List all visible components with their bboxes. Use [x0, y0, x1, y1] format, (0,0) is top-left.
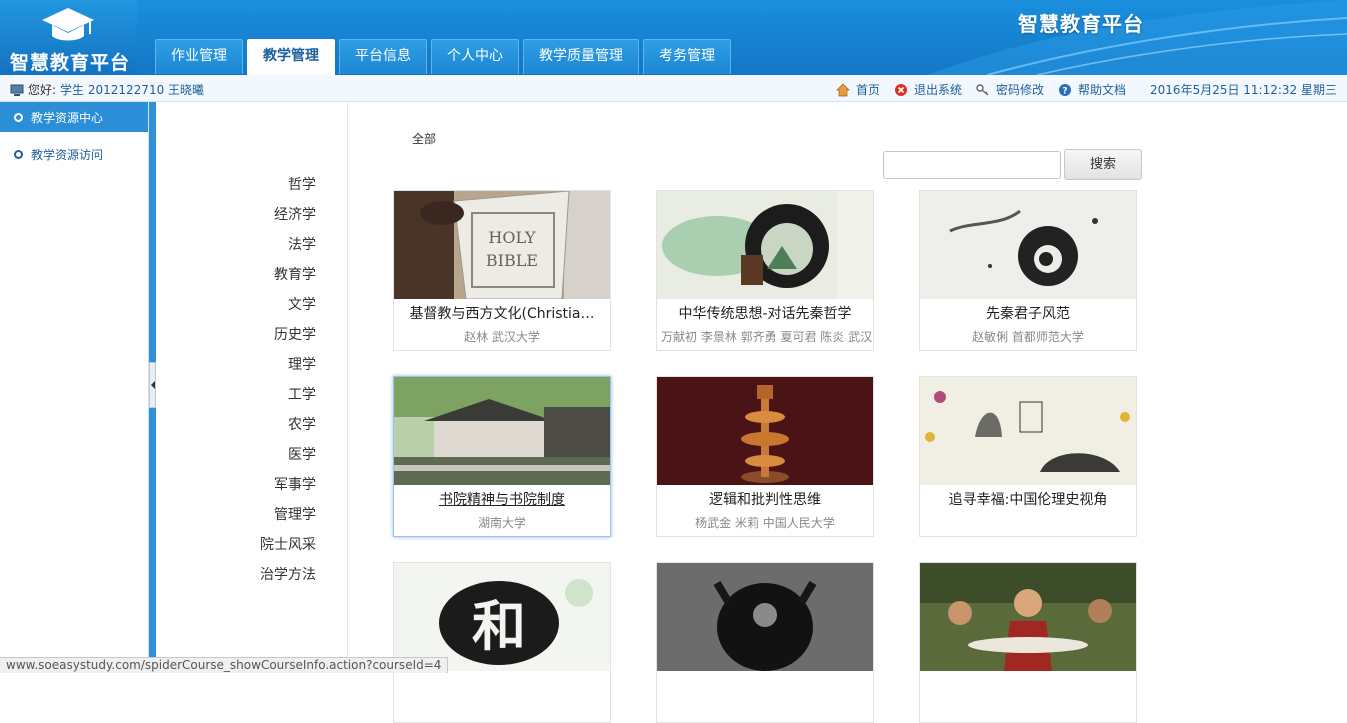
course-card[interactable] — [919, 562, 1137, 723]
course-author: 赵林 武汉大学 — [464, 330, 540, 344]
course-card[interactable]: 书院精神与书院制度 湖南大学 — [393, 376, 611, 537]
close-icon — [894, 83, 907, 96]
sidebar: 教学资源中心 教学资源访问 — [0, 102, 149, 673]
course-card[interactable] — [656, 562, 874, 723]
course-thumbnail — [657, 377, 873, 485]
sidebar-item-resource-center[interactable]: 教学资源中心 — [0, 102, 148, 132]
logo-text: 智慧教育平台 — [10, 52, 131, 74]
tab-personal-center[interactable]: 个人中心 — [431, 39, 519, 74]
course-title[interactable]: 基督教与西方文化(Christia… — [394, 303, 610, 323]
logo: 智慧教育平台 — [0, 0, 137, 75]
greeting-label: 您好: — [28, 83, 57, 97]
filter-all-link[interactable]: 全部 — [412, 130, 436, 147]
tab-platform-info[interactable]: 平台信息 — [339, 39, 427, 74]
category-item[interactable]: 哲学 — [288, 174, 316, 194]
sidebar-item-label: 教学资源访问 — [31, 147, 104, 162]
course-card[interactable]: 中华传统思想-对话先秦哲学 万献初 李景林 郭齐勇 夏可君 陈炎 武汉 — [656, 190, 874, 351]
course-author: 杨武金 米莉 中国人民大学 — [695, 516, 835, 530]
category-item[interactable]: 医学 — [288, 444, 316, 464]
category-item[interactable]: 院士风采 — [260, 534, 316, 554]
category-item[interactable]: 文学 — [288, 294, 316, 314]
bullet-icon — [14, 112, 23, 122]
category-panel: 哲学 经济学 法学 教育学 文学 历史学 理学 工学 农学 医学 军事学 管理学… — [156, 102, 348, 673]
browser-status-url: www.soeasystudy.com/spiderCourse_showCou… — [0, 657, 449, 673]
category-item[interactable]: 教育学 — [274, 264, 316, 284]
category-item[interactable]: 军事学 — [274, 474, 316, 494]
key-icon — [976, 83, 989, 96]
logout-link[interactable]: 退出系统 — [894, 81, 962, 98]
home-link[interactable]: 首页 — [836, 81, 880, 98]
course-card[interactable]: 先秦君子风范 赵敏俐 首都师范大学 — [919, 190, 1137, 351]
sidebar-splitter[interactable] — [149, 102, 156, 673]
tab-homework[interactable]: 作业管理 — [155, 39, 243, 74]
info-bar: 您好: 学生 2012122710 王晓曦 首页 退出系统 密码修改 ? 帮助文… — [0, 75, 1347, 102]
course-card[interactable]: 追寻幸福:中国伦理史视角 — [919, 376, 1137, 537]
sidebar-item-resource-access[interactable]: 教学资源访问 — [0, 139, 148, 169]
category-item[interactable]: 历史学 — [274, 324, 316, 344]
course-title[interactable]: 先秦君子风范 — [920, 303, 1136, 323]
course-title[interactable]: 逻辑和批判性思维 — [657, 489, 873, 509]
svg-text:BIBLE: BIBLE — [486, 251, 538, 270]
course-thumbnail — [920, 191, 1136, 299]
category-item[interactable]: 治学方法 — [260, 564, 316, 584]
brand-title: 智慧教育平台 — [1018, 12, 1144, 36]
password-link[interactable]: 密码修改 — [976, 81, 1044, 98]
category-item[interactable]: 经济学 — [274, 204, 316, 224]
tab-exam[interactable]: 考务管理 — [643, 39, 731, 74]
course-author: 赵敏俐 首都师范大学 — [972, 330, 1084, 344]
logout-link-label: 退出系统 — [913, 83, 962, 97]
course-thumbnail — [394, 377, 610, 485]
svg-text:和: 和 — [472, 594, 526, 658]
category-item[interactable]: 工学 — [288, 384, 316, 404]
course-card[interactable]: 和 — [393, 562, 611, 723]
bullet-icon — [14, 149, 23, 159]
user-info: 您好: 学生 2012122710 王晓曦 — [10, 81, 204, 98]
home-icon — [836, 83, 850, 96]
category-item[interactable]: 管理学 — [274, 504, 316, 524]
main-tabs: 作业管理 教学管理 平台信息 个人中心 教学质量管理 考务管理 — [155, 39, 731, 75]
category-item[interactable]: 农学 — [288, 414, 316, 434]
course-title[interactable]: 追寻幸福:中国伦理史视角 — [920, 489, 1136, 509]
graduation-cap-icon — [42, 8, 94, 41]
course-thumbnail — [920, 377, 1136, 485]
course-title[interactable]: 书院精神与书院制度 — [394, 489, 610, 509]
user-name: 学生 2012122710 王晓曦 — [60, 83, 205, 97]
course-thumbnail — [657, 191, 873, 299]
top-header: 智慧教育平台 智慧教育平台 作业管理 教学管理 平台信息 个人中心 教学质量管理… — [0, 0, 1347, 75]
category-item[interactable]: 法学 — [288, 234, 316, 254]
help-link[interactable]: ? 帮助文档 — [1058, 81, 1126, 98]
course-card[interactable]: HOLY BIBLE 基督教与西方文化(Christia… 赵林 武汉大学 — [393, 190, 611, 351]
collapse-handle[interactable] — [149, 362, 156, 408]
password-link-label: 密码修改 — [996, 83, 1045, 97]
datetime: 2016年5月25日 11:12:32 星期三 — [1150, 83, 1337, 97]
monitor-icon — [10, 84, 24, 96]
course-card[interactable]: 逻辑和批判性思维 杨武金 米莉 中国人民大学 — [656, 376, 874, 537]
home-link-label: 首页 — [855, 83, 880, 97]
course-thumbnail: 和 — [394, 563, 610, 671]
sidebar-item-label: 教学资源中心 — [31, 110, 104, 125]
tab-teaching[interactable]: 教学管理 — [247, 39, 335, 75]
help-icon: ? — [1059, 83, 1072, 96]
main-content: 全部 搜索 HOLY BIBLE 基督教与西方文化(Christia… 赵林 武… — [349, 102, 1347, 723]
course-author: 湖南大学 — [477, 516, 526, 530]
course-thumbnail: HOLY BIBLE — [394, 191, 610, 299]
course-author: 万献初 李景林 郭齐勇 夏可君 陈炎 武汉 — [661, 330, 873, 344]
svg-text:HOLY: HOLY — [488, 228, 536, 247]
category-item[interactable]: 理学 — [288, 354, 316, 374]
course-thumbnail — [920, 563, 1136, 671]
search-input[interactable] — [883, 151, 1061, 179]
top-links: 首页 退出系统 密码修改 ? 帮助文档 2016年5月25日 11:12:32 … — [836, 81, 1337, 98]
help-link-label: 帮助文档 — [1078, 83, 1127, 97]
svg-text:?: ? — [1062, 86, 1067, 96]
course-title[interactable]: 中华传统思想-对话先秦哲学 — [657, 303, 873, 323]
tab-quality[interactable]: 教学质量管理 — [523, 39, 639, 74]
course-thumbnail — [657, 563, 873, 671]
search-button[interactable]: 搜索 — [1064, 149, 1142, 180]
